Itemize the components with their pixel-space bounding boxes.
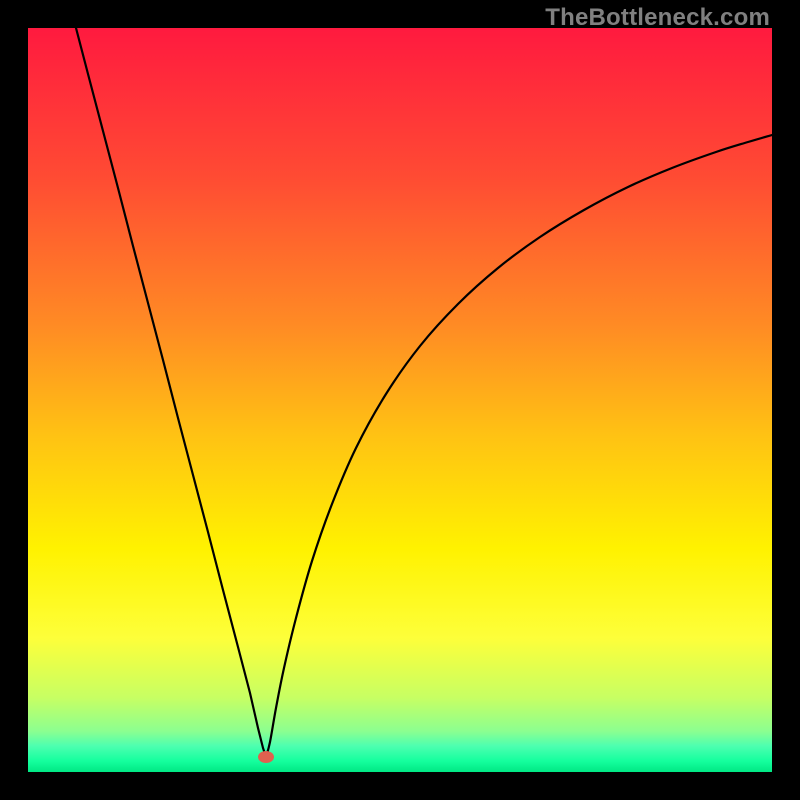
minimum-marker: [258, 751, 274, 763]
gradient-background: [28, 28, 772, 772]
bottleneck-chart: [28, 28, 772, 772]
chart-frame: [28, 28, 772, 772]
